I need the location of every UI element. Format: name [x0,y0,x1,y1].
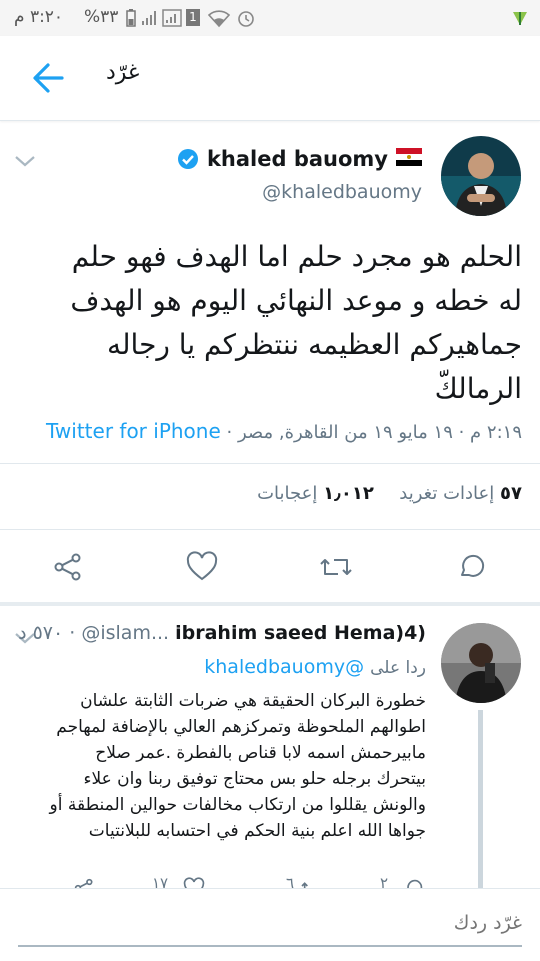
retweet-icon[interactable] [300,876,324,888]
signal-icon [142,11,156,25]
reply-text: خطورة البركان الحقيقة هي ضربات الثابتة ع… [6,688,426,844]
reply-retweet-count: ٦ [286,874,295,888]
egypt-flag-icon [396,147,422,171]
retweets-count: ٥٧ [500,483,522,504]
back-arrow-icon[interactable] [28,58,68,98]
retweet-icon[interactable] [318,549,354,585]
reply-author-name[interactable]: ibrahim saeed Hema)4) [175,622,426,644]
author-name[interactable]: khaled bauomy [207,147,388,171]
replying-to-label: ردا على [370,658,426,678]
reply-header: ٥٧٠ د · @islam... ibrahim saeed Hema)4) [18,622,426,644]
share-icon[interactable] [72,876,96,888]
reply-text-line: خطورة البركان الحقيقة هي ضربات الثابتة ع… [80,691,426,711]
likes-label: إعجابات [257,483,318,504]
likes-stat[interactable]: ١٫٠١٢ إعجابات [257,483,374,504]
share-icon[interactable] [50,549,86,585]
retweets-stat[interactable]: ٥٧ إعادات تغريد [394,483,522,504]
replying-to-handle[interactable]: @khaledbauomy [204,656,364,678]
app-notification-icon [513,12,527,25]
verified-badge-icon [177,149,198,169]
tweet-text: الحلم هو مجرد حلم اما الهدف فهو حلم له خ… [12,235,522,411]
reply-text-line: والونش يقللوا من ارتكاب مخالفات حوالين ا… [49,795,426,815]
like-heart-icon[interactable] [184,549,220,585]
divider [0,529,540,530]
replying-to: ردا على @khaledbauomy [204,656,426,678]
tweet-text-line: الحلم هو مجرد حلم اما الهدف فهو حلم [71,240,522,273]
author-name-row: khaled bauomy [177,147,422,171]
reply-icon[interactable] [402,876,426,888]
reply-input[interactable] [18,901,522,947]
likes-count: ١٫٠١٢ [323,483,374,504]
divider [0,463,540,464]
reply-reply-count: ٢ [380,874,389,888]
wifi-icon [208,10,230,28]
tweet-text-line: جماهيركم العظيمه ننتظركم يا رجاله [107,328,522,361]
tweet-text-line: الرمالكّ [434,372,522,405]
tweet-source-link[interactable]: Twitter for iPhone [46,419,221,443]
battery-percent: %٣٣ [84,7,119,27]
reply-time: ٥٧٠ د · [18,622,76,644]
reply-composer [0,888,540,961]
reply-tweet[interactable]: ٥٧٠ د · @islam... ibrahim saeed Hema)4) … [0,606,540,888]
reply-avatar[interactable] [441,623,521,703]
main-tweet: khaled bauomy @khaledbauomy الحلم هو مجر… [0,121,540,601]
reply-handle[interactable]: @islam... [81,622,169,644]
sim-badge: 1 [186,9,200,26]
thread-line [478,710,483,888]
app-bar: غرّد [0,36,540,121]
alarm-icon [238,11,254,27]
reply-text-line: بيتحرك برجله حلو بس محتاج توفيق ربنا وان… [83,769,426,789]
author-handle[interactable]: @khaledbauomy [262,181,422,203]
tweet-datetime: ٢:١٩ م · ١٩ مايو ١٩ من القاهرة, مصر · [226,422,522,443]
status-bar: ٣:٢٠ م %٣٣ 1 [0,0,540,36]
signal-icon-2 [162,9,182,27]
reply-icon[interactable] [454,549,490,585]
reply-like-count: ١٧ [152,874,169,888]
reply-text-line: مابيرحمش اسمه لابا قناص بالفطرة .عمر صلا… [95,743,426,763]
retweets-label: إعادات تغريد [399,483,495,504]
like-heart-icon[interactable] [182,876,206,888]
engagement-stats: ٥٧ إعادات تغريد ١٫٠١٢ إعجابات [257,483,522,504]
tweet-meta: ٢:١٩ م · ١٩ مايو ١٩ من القاهرة, مصر · Tw… [46,419,522,443]
tweet-text-line: له خطه و موعد النهائي اليوم هو الهدف [70,284,522,317]
page-title: غرّد [106,60,140,85]
reply-text-line: جواها الله اعلم بنية الحكم في احتسابه لل… [88,821,426,841]
avatar[interactable] [441,136,521,216]
battery-icon [126,9,136,27]
chevron-down-icon[interactable] [12,151,38,171]
status-time: ٣:٢٠ م [14,7,64,27]
reply-text-line: اطوالهم الملحوظة وتمركزهم العالي بالإضاف… [56,717,426,737]
